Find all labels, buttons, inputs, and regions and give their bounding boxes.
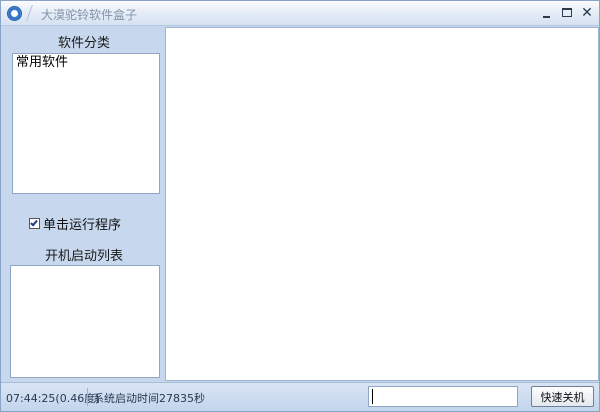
startup-list-title: 开机启动列表	[44, 249, 123, 264]
status-divider	[87, 388, 88, 406]
checkbox-tick-icon	[30, 218, 38, 226]
title-bar[interactable]: 大漠驼铃软件盒子 ✕	[1, 1, 599, 26]
quick-shutdown-button[interactable]: 快速关机	[531, 386, 594, 407]
minimize-icon	[543, 16, 550, 18]
quick-input[interactable]	[368, 386, 518, 407]
status-time: 07:44:25(0.46度)	[6, 392, 100, 405]
status-uptime: 系统启动时间27835秒	[93, 392, 205, 405]
startup-list[interactable]	[10, 265, 160, 378]
category-title: 软件分类	[57, 36, 110, 51]
category-list[interactable]: 常用软件	[12, 53, 160, 194]
left-panel: 软件分类 常用软件 单击运行程序 开机启动列表	[5, 27, 163, 381]
maximize-icon	[562, 8, 572, 17]
app-icon[interactable]	[7, 6, 22, 21]
status-bar: 07:44:25(0.46度) 系统启动时间27835秒 快速关机	[1, 382, 599, 411]
window-title: 大漠驼铃软件盒子	[41, 8, 138, 22]
single-click-label[interactable]: 单击运行程序	[43, 214, 121, 233]
single-click-run-option[interactable]: 单击运行程序	[29, 214, 121, 233]
single-click-checkbox[interactable]	[29, 217, 40, 229]
maximize-button[interactable]	[559, 5, 575, 21]
software-area[interactable]	[165, 27, 599, 381]
title-divider	[26, 5, 40, 21]
app-window: 大漠驼铃软件盒子 ✕ 软件分类 常用软件 单击运行程序 开机启动列表 07:44…	[0, 0, 600, 412]
close-button[interactable]: ✕	[579, 5, 595, 21]
text-caret	[372, 389, 373, 404]
category-item-common[interactable]: 常用软件	[13, 54, 159, 72]
minimize-button[interactable]	[539, 5, 555, 21]
close-icon: ✕	[581, 5, 593, 21]
